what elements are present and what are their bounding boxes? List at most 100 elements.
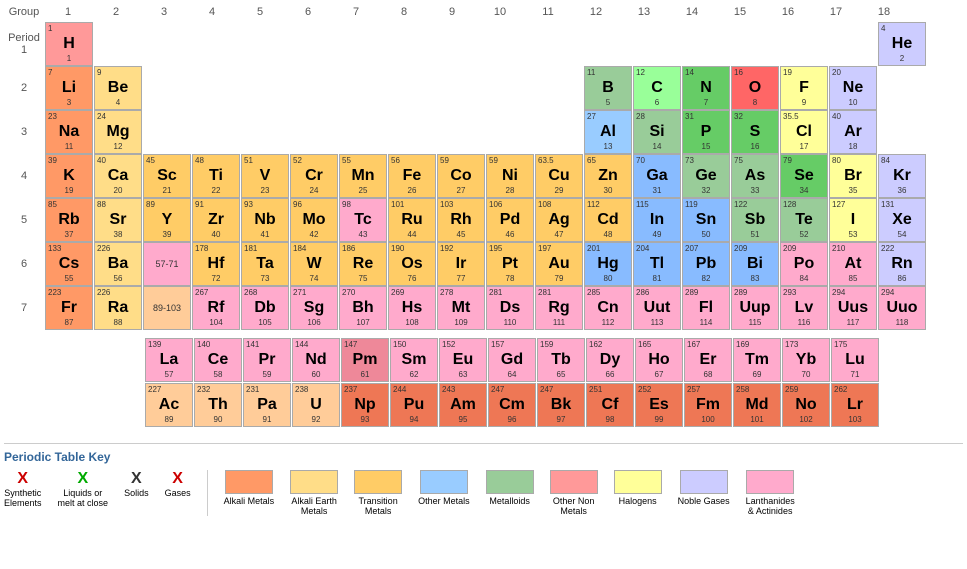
element-Er[interactable]: 167 Er 68 <box>684 338 732 382</box>
element-Na[interactable]: 23 Na 11 <box>45 110 93 154</box>
element-Uup[interactable]: 289 Uup 115 <box>731 286 779 330</box>
element-Ir[interactable]: 192 Ir 77 <box>437 242 485 286</box>
element-Md[interactable]: 258 Md 101 <box>733 383 781 427</box>
element-Lv[interactable]: 293 Lv 116 <box>780 286 828 330</box>
element-As[interactable]: 75 As 33 <box>731 154 779 198</box>
element-Rn[interactable]: 222 Rn 86 <box>878 242 926 286</box>
element-In[interactable]: 115 In 49 <box>633 198 681 242</box>
element-Mg[interactable]: 24 Mg 12 <box>94 110 142 154</box>
element-Kr[interactable]: 84 Kr 36 <box>878 154 926 198</box>
element-W[interactable]: 184 W 74 <box>290 242 338 286</box>
element-Lr[interactable]: 262 Lr 103 <box>831 383 879 427</box>
element-Ho[interactable]: 165 Ho 67 <box>635 338 683 382</box>
element-Ra[interactable]: 226 Ra 88 <box>94 286 142 330</box>
element-Ag[interactable]: 108 Ag 47 <box>535 198 583 242</box>
element-No[interactable]: 259 No 102 <box>782 383 830 427</box>
element-P[interactable]: 31 P 15 <box>682 110 730 154</box>
element-Tb[interactable]: 159 Tb 65 <box>537 338 585 382</box>
element-Mo[interactable]: 96 Mo 42 <box>290 198 338 242</box>
element-Sg[interactable]: 271 Sg 106 <box>290 286 338 330</box>
element-Ga[interactable]: 70 Ga 31 <box>633 154 681 198</box>
element-Yb[interactable]: 173 Yb 70 <box>782 338 830 382</box>
element-Sc[interactable]: 45 Sc 21 <box>143 154 191 198</box>
element-Hs[interactable]: 269 Hs 108 <box>388 286 436 330</box>
element-Rg[interactable]: 281 Rg 111 <box>535 286 583 330</box>
element-Th[interactable]: 232 Th 90 <box>194 383 242 427</box>
element-Co[interactable]: 59 Co 27 <box>437 154 485 198</box>
element-Nd[interactable]: 144 Nd 60 <box>292 338 340 382</box>
element-Mn[interactable]: 55 Mn 25 <box>339 154 387 198</box>
element-Be[interactable]: 9 Be 4 <box>94 66 142 110</box>
element-Es[interactable]: 252 Es 99 <box>635 383 683 427</box>
element-Sn[interactable]: 119 Sn 50 <box>682 198 730 242</box>
element-Sm[interactable]: 150 Sm 62 <box>390 338 438 382</box>
element-Se[interactable]: 79 Se 34 <box>780 154 828 198</box>
element-U[interactable]: 238 U 92 <box>292 383 340 427</box>
element-Tl[interactable]: 204 Tl 81 <box>633 242 681 286</box>
element-Hf[interactable]: 178 Hf 72 <box>192 242 240 286</box>
element-N[interactable]: 14 N 7 <box>682 66 730 110</box>
element-Hg[interactable]: 201 Hg 80 <box>584 242 632 286</box>
element-S[interactable]: 32 S 16 <box>731 110 779 154</box>
element-F[interactable]: 19 F 9 <box>780 66 828 110</box>
element-Cf[interactable]: 251 Cf 98 <box>586 383 634 427</box>
element-He[interactable]: 4 He 2 <box>878 22 926 66</box>
element-At[interactable]: 210 At 85 <box>829 242 877 286</box>
element-I[interactable]: 127 I 53 <box>829 198 877 242</box>
element-Ce[interactable]: 140 Ce 58 <box>194 338 242 382</box>
element-Y[interactable]: 89 Y 39 <box>143 198 191 242</box>
element-Sr[interactable]: 88 Sr 38 <box>94 198 142 242</box>
element-Uut[interactable]: 286 Uut 113 <box>633 286 681 330</box>
element-Ba[interactable]: 226 Ba 56 <box>94 242 142 286</box>
element-Ge[interactable]: 73 Ge 32 <box>682 154 730 198</box>
element-Rb[interactable]: 85 Rb 37 <box>45 198 93 242</box>
element-Si[interactable]: 28 Si 14 <box>633 110 681 154</box>
element-Os[interactable]: 190 Os 76 <box>388 242 436 286</box>
element-Am[interactable]: 243 Am 95 <box>439 383 487 427</box>
element-B[interactable]: 11 B 5 <box>584 66 632 110</box>
element-Zn[interactable]: 65 Zn 30 <box>584 154 632 198</box>
element-H[interactable]: 1 H 1 <box>45 22 93 66</box>
element-O[interactable]: 16 O 8 <box>731 66 779 110</box>
element-Cs[interactable]: 133 Cs 55 <box>45 242 93 286</box>
element-Pr[interactable]: 141 Pr 59 <box>243 338 291 382</box>
element-Ti[interactable]: 48 Ti 22 <box>192 154 240 198</box>
element-La[interactable]: 139 La 57 <box>145 338 193 382</box>
element-Cr[interactable]: 52 Cr 24 <box>290 154 338 198</box>
element-Pu[interactable]: 244 Pu 94 <box>390 383 438 427</box>
element-Bh[interactable]: 270 Bh 107 <box>339 286 387 330</box>
element-Uuo[interactable]: 294 Uuo 118 <box>878 286 926 330</box>
element-Xe[interactable]: 131 Xe 54 <box>878 198 926 242</box>
element-Cm[interactable]: 247 Cm 96 <box>488 383 536 427</box>
element-Ru[interactable]: 101 Ru 44 <box>388 198 436 242</box>
element-Pd[interactable]: 106 Pd 46 <box>486 198 534 242</box>
element-Tm[interactable]: 169 Tm 69 <box>733 338 781 382</box>
element-Ni[interactable]: 59 Ni 28 <box>486 154 534 198</box>
element-Mt[interactable]: 278 Mt 109 <box>437 286 485 330</box>
element-Te[interactable]: 128 Te 52 <box>780 198 828 242</box>
element-Ne[interactable]: 20 Ne 10 <box>829 66 877 110</box>
element-Al[interactable]: 27 Al 13 <box>584 110 632 154</box>
element-Au[interactable]: 197 Au 79 <box>535 242 583 286</box>
element-Gd[interactable]: 157 Gd 64 <box>488 338 536 382</box>
element-Tc[interactable]: 98 Tc 43 <box>339 198 387 242</box>
element-Cd[interactable]: 112 Cd 48 <box>584 198 632 242</box>
element-Zr[interactable]: 91 Zr 40 <box>192 198 240 242</box>
element-Rh[interactable]: 103 Rh 45 <box>437 198 485 242</box>
element-Po[interactable]: 209 Po 84 <box>780 242 828 286</box>
element-Cl[interactable]: 35.5 Cl 17 <box>780 110 828 154</box>
element-Lu[interactable]: 175 Lu 71 <box>831 338 879 382</box>
element-Sb[interactable]: 122 Sb 51 <box>731 198 779 242</box>
element-Ds[interactable]: 281 Ds 110 <box>486 286 534 330</box>
element-Pm[interactable]: 147 Pm 61 <box>341 338 389 382</box>
element-Pb[interactable]: 207 Pb 82 <box>682 242 730 286</box>
element-Fr[interactable]: 223 Fr 87 <box>45 286 93 330</box>
element-Uus[interactable]: 294 Uus 117 <box>829 286 877 330</box>
element-Fm[interactable]: 257 Fm 100 <box>684 383 732 427</box>
element-La-placeholder[interactable]: 57-71 <box>143 242 191 286</box>
element-Ca[interactable]: 40 Ca 20 <box>94 154 142 198</box>
element-Fe[interactable]: 56 Fe 26 <box>388 154 436 198</box>
element-Eu[interactable]: 152 Eu 63 <box>439 338 487 382</box>
element-Nb[interactable]: 93 Nb 41 <box>241 198 289 242</box>
element-Rf[interactable]: 267 Rf 104 <box>192 286 240 330</box>
